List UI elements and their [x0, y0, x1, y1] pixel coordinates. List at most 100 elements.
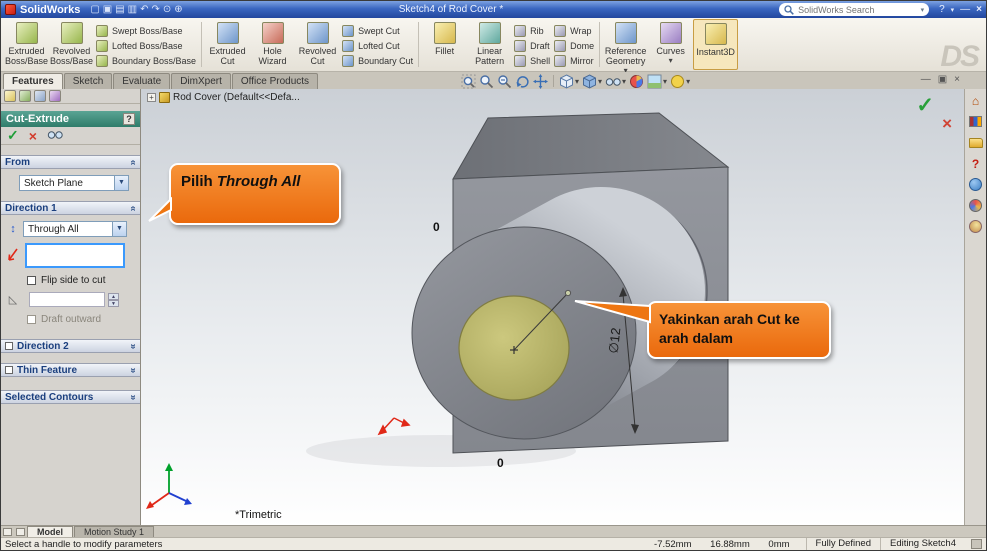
rebuild-icon[interactable]: ⊙ — [163, 2, 171, 17]
tree-expand-icon[interactable]: + — [147, 93, 156, 102]
search-box[interactable]: ▾ — [779, 3, 930, 16]
instant3d-button[interactable]: Instant3D — [693, 19, 739, 70]
checkbox-icon[interactable] — [27, 276, 36, 285]
new-document-icon[interactable]: ▢ — [90, 2, 99, 17]
lofted-boss-base-button[interactable]: Lofted Boss/Base — [96, 39, 196, 52]
open-document-icon[interactable]: ▣ — [103, 2, 112, 17]
collapse-chevron-icon[interactable]: « — [128, 159, 139, 165]
direction2-checkbox[interactable] — [5, 342, 13, 350]
sketch-point[interactable] — [564, 289, 572, 297]
options-icon[interactable]: ⊕ — [174, 2, 182, 17]
graphics-area[interactable]: ∅12 0 0 + Rod Cover (Default<<Defa... ✓ … — [141, 89, 966, 527]
design-library-icon[interactable] — [968, 114, 983, 129]
swept-boss-base-button[interactable]: Swept Boss/Base — [96, 24, 196, 37]
revolved-boss-base-button[interactable]: Revolved Boss/Base — [49, 19, 94, 70]
view-orientation-icon[interactable]: ▾ — [559, 73, 579, 89]
extruded-boss-base-button[interactable]: Extruded Boss/Base — [4, 19, 49, 70]
confirm-cancel-icon[interactable]: × — [942, 114, 952, 134]
linear-pattern-button[interactable]: Linear Pattern — [467, 19, 512, 70]
confirm-ok-icon[interactable]: ✓ — [916, 93, 934, 118]
rib-button[interactable]: Rib — [514, 24, 550, 37]
tab-evaluate[interactable]: Evaluate — [113, 73, 171, 89]
tab-features[interactable]: Features — [3, 73, 63, 89]
extruded-cut-button[interactable]: Extruded Cut — [205, 19, 250, 70]
expand-chevron-icon[interactable]: « — [128, 343, 139, 349]
save-icon[interactable]: ▤ — [115, 2, 124, 17]
wrap-button[interactable]: Wrap — [554, 24, 594, 37]
zoom-fit-icon[interactable] — [461, 74, 476, 89]
flip-side-to-cut-checkbox[interactable]: Flip side to cut — [1, 275, 140, 286]
propertymanager-tab-icon[interactable] — [19, 90, 31, 102]
appearances-scenes-icon[interactable] — [968, 198, 983, 213]
expand-chevron-icon[interactable]: « — [128, 367, 139, 373]
section-header-thin-feature[interactable]: Thin Feature « — [1, 363, 140, 377]
spin-up-icon[interactable]: ▲ — [108, 292, 119, 300]
doc-minimize-icon[interactable]: — — [921, 74, 931, 85]
apply-scene-icon[interactable]: ▾ — [647, 74, 667, 89]
draft-outward-checkbox[interactable]: Draft outward — [1, 314, 140, 325]
close-icon[interactable]: × — [976, 4, 982, 15]
solidworks-help-icon[interactable]: ? — [968, 156, 983, 171]
select-arrow-icon[interactable]: ▼ — [114, 176, 128, 190]
doc-close-icon[interactable]: × — [954, 74, 960, 85]
redo-icon[interactable]: ↷ — [152, 2, 160, 17]
detailed-preview-icon[interactable] — [47, 129, 63, 143]
chevron-down-icon[interactable]: ▾ — [669, 56, 673, 66]
doc-restore-icon[interactable]: ▣ — [938, 74, 947, 85]
splitter-icon[interactable] — [16, 527, 25, 536]
revolved-cut-button[interactable]: Revolved Cut — [295, 19, 340, 70]
titlebar[interactable]: SolidWorks ▢ ▣ ▤ ▥ ↶ ↷ ⊙ ⊕ Sketch4 of Ro… — [1, 1, 986, 18]
dome-button[interactable]: Dome — [554, 39, 594, 52]
boundary-cut-button[interactable]: Boundary Cut — [342, 54, 413, 67]
file-explorer-icon[interactable] — [968, 135, 983, 150]
boundary-boss-base-button[interactable]: Boundary Boss/Base — [96, 54, 196, 67]
collapse-chevron-icon[interactable]: « — [128, 205, 139, 211]
shell-button[interactable]: Shell — [514, 54, 550, 67]
search-input[interactable] — [798, 4, 917, 15]
fillet-button[interactable]: Fillet — [422, 19, 467, 70]
ordinate-zero-bottom[interactable]: 0 — [497, 456, 504, 470]
print-icon[interactable]: ▥ — [128, 2, 137, 17]
mirror-button[interactable]: Mirror — [554, 54, 594, 67]
reverse-direction-icon[interactable]: ↕ — [6, 222, 20, 236]
undo-icon[interactable]: ↶ — [140, 2, 148, 17]
zoom-in-out-icon[interactable] — [497, 74, 512, 89]
section-header-selected-contours[interactable]: Selected Contours « — [1, 390, 140, 404]
display-style-icon[interactable]: ▾ — [582, 73, 602, 89]
start-condition-select[interactable]: Sketch Plane ▼ — [19, 175, 129, 191]
solidworks-logo-icon[interactable] — [5, 4, 16, 15]
view-settings-icon[interactable]: ▾ — [670, 74, 690, 89]
featuremanager-tab-icon[interactable] — [4, 90, 16, 102]
expand-chevron-icon[interactable]: « — [128, 394, 139, 400]
section-header-direction2[interactable]: Direction 2 « — [1, 339, 140, 353]
ok-button[interactable]: ✓ — [7, 127, 19, 144]
edit-appearance-icon[interactable] — [629, 74, 644, 89]
model-scene[interactable]: ∅12 0 0 — [141, 89, 966, 527]
tab-model[interactable]: Model — [27, 526, 73, 537]
help-dropdown-icon[interactable]: ▾ — [951, 6, 955, 14]
tab-motion-study[interactable]: Motion Study 1 — [74, 526, 155, 537]
rotate-view-icon[interactable] — [515, 74, 530, 89]
tab-dimxpert[interactable]: DimXpert — [171, 73, 231, 89]
configurationmanager-tab-icon[interactable] — [34, 90, 46, 102]
swept-cut-button[interactable]: Swept Cut — [342, 24, 413, 37]
thin-feature-checkbox[interactable] — [5, 366, 13, 374]
minimize-icon[interactable]: — — [960, 4, 970, 15]
curves-button[interactable]: Curves ▾ — [648, 19, 693, 70]
draft-angle-icon[interactable]: ◺ — [6, 293, 20, 307]
direction-reference-box[interactable] — [25, 243, 125, 268]
dimxpertmanager-tab-icon[interactable] — [49, 90, 61, 102]
zoom-area-icon[interactable] — [479, 74, 494, 89]
search-dropdown-icon[interactable]: ▾ — [921, 6, 925, 14]
end-condition-select[interactable]: Through All ▼ — [23, 221, 127, 237]
cancel-button[interactable]: × — [29, 128, 37, 144]
tab-sketch[interactable]: Sketch — [63, 73, 113, 89]
section-header-from[interactable]: From « — [1, 155, 140, 169]
lofted-cut-button[interactable]: Lofted Cut — [342, 39, 413, 52]
help-button[interactable]: ? — [123, 113, 135, 125]
section-header-direction1[interactable]: Direction 1 « — [1, 201, 140, 215]
solidworks-forum-icon[interactable] — [968, 177, 983, 192]
featuremanager-tree-node[interactable]: + Rod Cover (Default<<Defa... — [147, 92, 300, 103]
select-arrow-icon[interactable]: ▼ — [112, 222, 126, 236]
draft-button[interactable]: Draft — [514, 39, 550, 52]
